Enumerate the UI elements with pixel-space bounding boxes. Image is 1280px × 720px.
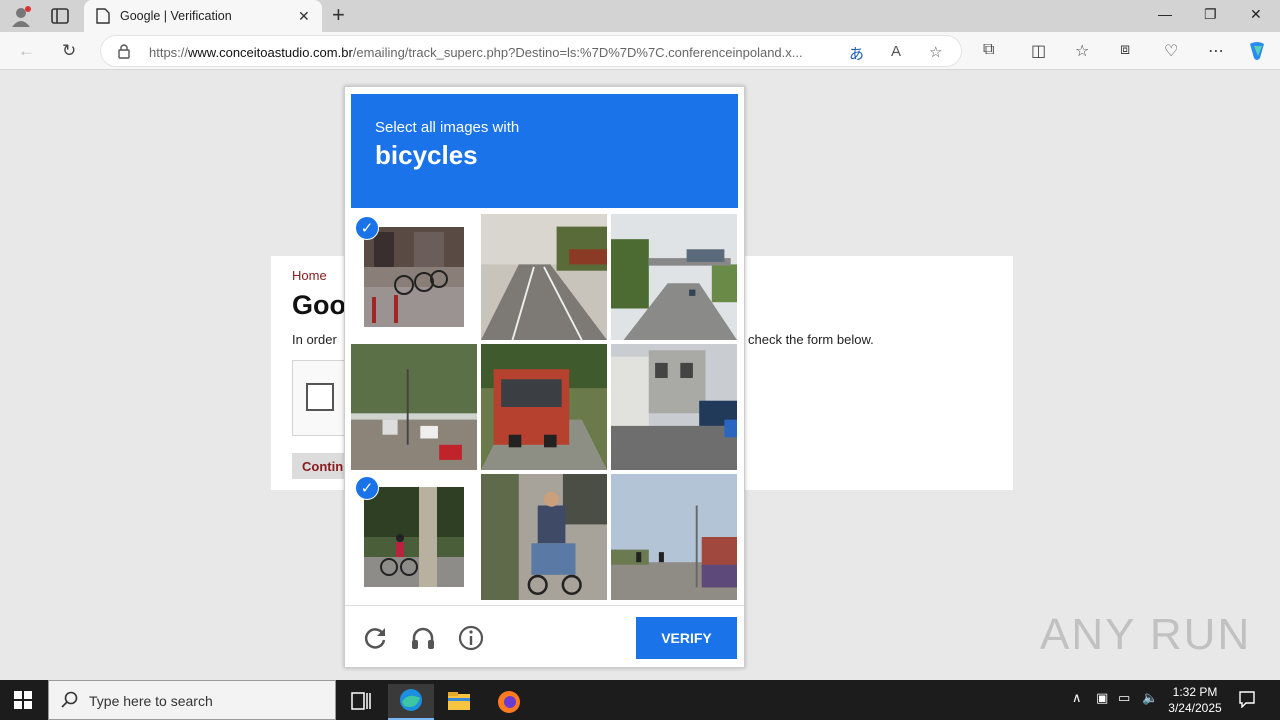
captcha-tile-4[interactable] <box>351 344 477 470</box>
split-screen-icon[interactable]: ◫ <box>1031 41 1046 61</box>
tricycle-image <box>481 474 607 600</box>
url-prefix: https:// <box>149 45 189 60</box>
minimize-icon[interactable]: — <box>1158 6 1172 22</box>
captcha-tile-2[interactable] <box>481 214 607 340</box>
red-truck-image <box>481 344 607 470</box>
captcha-tile-6[interactable] <box>611 344 737 470</box>
street-trees-image <box>351 344 477 470</box>
restore-icon[interactable]: ❐ <box>1204 6 1217 23</box>
captcha-tile-5[interactable] <box>481 344 607 470</box>
selected-check-icon: ✓ <box>355 216 379 240</box>
bike-rack-image <box>364 227 464 327</box>
edge-icon <box>400 689 422 711</box>
performance-icon[interactable]: ♡ <box>1164 41 1178 61</box>
collections-icon[interactable]: ⧈ <box>1120 41 1130 59</box>
captcha-header: Select all images with bicycles <box>351 94 738 208</box>
read-aloud-icon[interactable]: A <box>891 43 901 60</box>
network-icon[interactable]: ▭ <box>1118 690 1130 706</box>
browser-toolbar: ← ↻ https://www.conceitoastudio.com.br/e… <box>0 32 1280 70</box>
selected-check-icon: ✓ <box>355 476 379 500</box>
translate-icon[interactable]: あ <box>849 43 864 64</box>
clock-date: 3/24/2025 <box>1168 701 1222 715</box>
page-icon <box>96 8 110 24</box>
firefox-icon[interactable] <box>486 684 532 720</box>
refresh-icon[interactable]: ↻ <box>62 41 76 61</box>
highway-image <box>481 214 607 340</box>
captcha-target: bicycles <box>375 140 478 170</box>
file-explorer-icon[interactable] <box>436 684 482 720</box>
search-placeholder: Type here to search <box>89 693 213 709</box>
url-text[interactable]: https://www.conceitoastudio.com.br/email… <box>149 45 803 60</box>
extensions-icon[interactable]: ⧉ <box>983 41 994 59</box>
verify-button[interactable]: VERIFY <box>636 617 737 659</box>
captcha-tile-9[interactable] <box>611 474 737 600</box>
new-tab-icon[interactable]: + <box>332 4 345 26</box>
windows-start-icon[interactable] <box>14 691 32 709</box>
reload-icon[interactable] <box>361 624 389 652</box>
cyclist-image <box>364 487 464 587</box>
windows-taskbar: Type here to search ∧ ▣ ▭ 🔈 1:32 PM 3/24… <box>0 680 1280 720</box>
volume-icon[interactable]: 🔈 <box>1142 690 1158 706</box>
info-icon[interactable] <box>457 624 485 652</box>
copilot-icon[interactable] <box>1246 40 1268 62</box>
robot-checkbox[interactable] <box>306 383 334 411</box>
favorites-icon[interactable]: ☆ <box>1075 41 1089 61</box>
address-bar[interactable]: https://www.conceitoastudio.com.br/email… <box>100 35 962 67</box>
profile-icon[interactable] <box>10 5 32 27</box>
url-domain: www.conceitoastudio.com.br <box>188 45 353 60</box>
close-tab-icon[interactable]: ✕ <box>298 8 310 25</box>
notification-icon[interactable] <box>1238 690 1256 708</box>
page-heading: Goo <box>292 290 346 320</box>
anyrun-watermark: ANY RUN <box>1040 610 1252 659</box>
recaptcha-widget <box>292 360 352 436</box>
continue-button[interactable]: Contin <box>292 453 352 479</box>
tab-actions-icon[interactable] <box>50 6 70 26</box>
captcha-footer: VERIFY <box>345 605 744 667</box>
tray-overflow-icon[interactable]: ∧ <box>1072 690 1082 706</box>
audio-challenge-icon[interactable] <box>409 624 437 652</box>
lock-icon[interactable] <box>117 43 131 59</box>
back-icon[interactable]: ← <box>18 41 35 61</box>
url-path: /emailing/track_superc.php?Destino=ls:%7… <box>352 45 803 60</box>
captcha-tile-3[interactable] <box>611 214 737 340</box>
captcha-tile-8[interactable] <box>481 474 607 600</box>
tab-title: Google | Verification <box>120 9 232 23</box>
edge-taskbar-button[interactable] <box>388 684 434 720</box>
overpass-road-image <box>611 214 737 340</box>
description-left: In order <box>292 332 337 347</box>
home-link[interactable]: Home <box>292 268 327 283</box>
captcha-instruction: Select all images with <box>375 119 520 136</box>
more-menu-icon[interactable]: ⋯ <box>1208 41 1224 61</box>
clock-time: 1:32 PM <box>1172 685 1218 699</box>
search-icon <box>61 691 78 708</box>
meet-now-icon[interactable]: ▣ <box>1096 690 1108 706</box>
taskbar-search[interactable]: Type here to search <box>48 680 336 720</box>
houses-cars-image <box>611 344 737 470</box>
task-view-icon[interactable] <box>338 684 384 720</box>
system-clock[interactable]: 1:32 PM 3/24/2025 <box>1166 684 1224 716</box>
tab-strip: Google | Verification ✕ + — ❐ ✕ <box>0 0 1280 32</box>
favorite-star-icon[interactable]: ☆ <box>929 43 942 61</box>
captcha-challenge: Select all images with bicycles ✓ ✓ VERI… <box>344 86 745 668</box>
traffic-lights-image <box>611 474 737 600</box>
active-tab[interactable]: Google | Verification ✕ <box>84 0 322 32</box>
description-right: check the form below. <box>748 332 874 347</box>
close-window-icon[interactable]: ✕ <box>1250 6 1262 23</box>
